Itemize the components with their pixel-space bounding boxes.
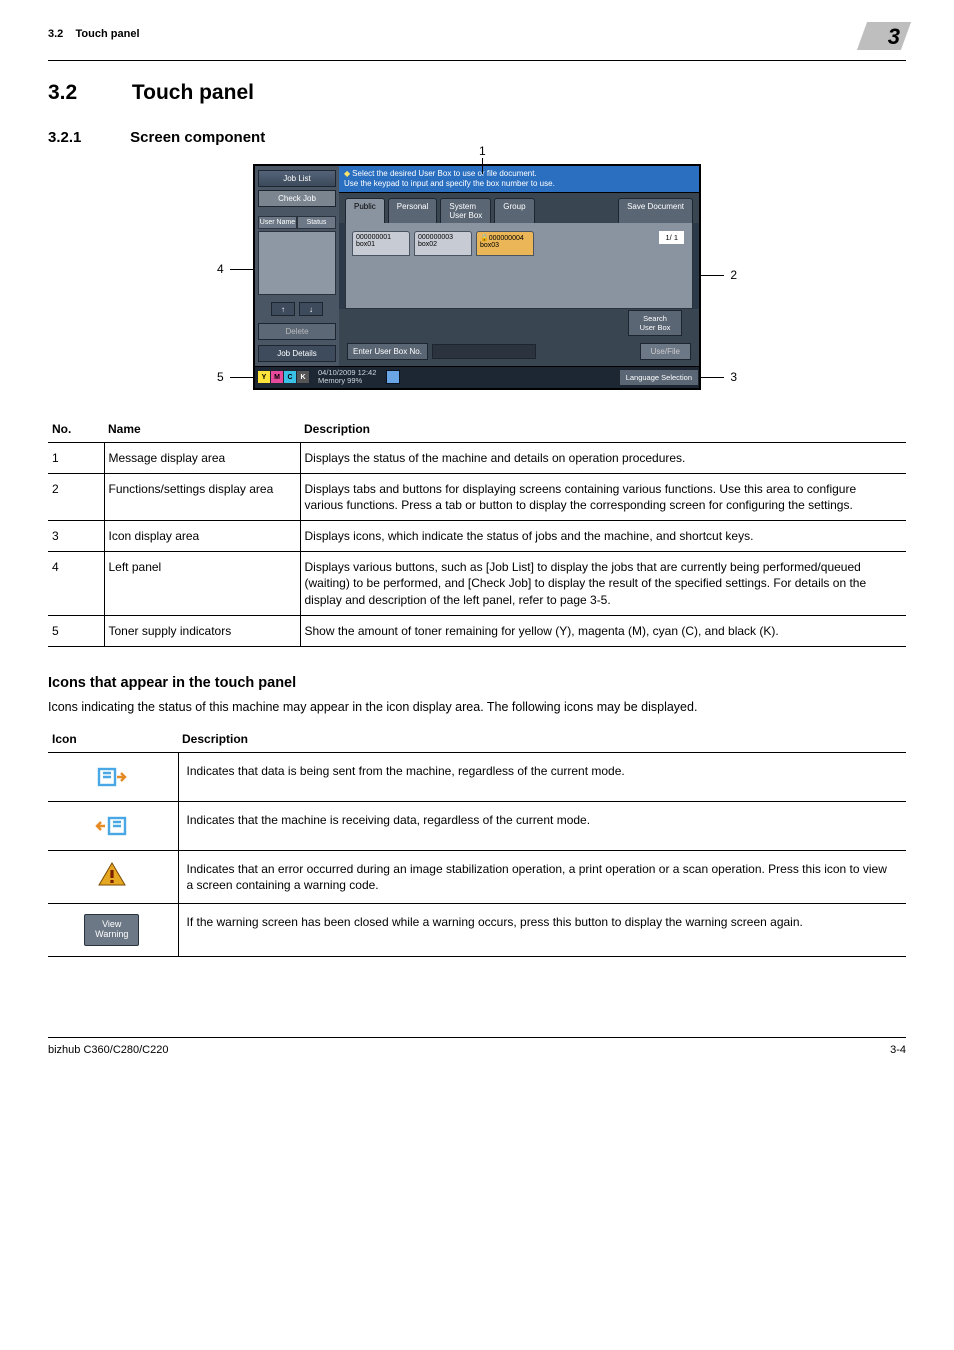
table-row: 3Icon display areaDisplays icons, which …: [48, 521, 906, 552]
job-details-button[interactable]: Job Details: [258, 345, 336, 362]
touch-panel-screenshot: Job List Check Job User Name Status ↑ ↓ …: [253, 164, 701, 390]
view-warning-button[interactable]: View Warning: [48, 904, 178, 957]
toner-c: C: [284, 371, 296, 383]
user-box-2[interactable]: 000000003box02: [414, 231, 472, 256]
th-desc: Description: [300, 416, 906, 443]
check-job-button[interactable]: Check Job: [258, 190, 336, 207]
footer-page: 3-4: [890, 1044, 906, 1056]
chapter-tab: 3: [862, 28, 906, 56]
table-row: 5Toner supply indicatorsShow the amount …: [48, 615, 906, 646]
table-row: 1Message display areaDisplays the status…: [48, 442, 906, 473]
table-row: 4Left panelDisplays various buttons, suc…: [48, 552, 906, 616]
arrow-down-button[interactable]: ↓: [299, 302, 323, 316]
error-warning-icon[interactable]: [48, 850, 178, 903]
arrow-up-button[interactable]: ↑: [271, 302, 295, 316]
th-icon: Icon: [48, 726, 178, 753]
table-row: View Warning If the warning screen has b…: [48, 904, 906, 957]
running-head: 3.2 Touch panel: [48, 28, 140, 40]
data-receive-icon: [48, 801, 178, 850]
job-list-button[interactable]: Job List: [258, 170, 336, 187]
figure: 1 2 3 4 5 Job List Check Job User Name S…: [48, 164, 906, 390]
tab-public[interactable]: Public: [345, 198, 385, 223]
table-row: Indicates that an error occurred during …: [48, 850, 906, 903]
lock-icon: 🔒: [480, 235, 489, 242]
category-tabs: Public Personal System User Box Group Sa…: [339, 193, 699, 223]
section-title: 3.2 Touch panel: [48, 81, 906, 105]
page-indicator: 1/ 1: [659, 231, 684, 244]
user-box-3[interactable]: 🔒000000004box03: [476, 231, 534, 256]
status-icon[interactable]: [386, 370, 400, 384]
tab-personal[interactable]: Personal: [388, 198, 438, 223]
data-send-icon: [48, 752, 178, 801]
th-desc2: Description: [178, 726, 906, 753]
left-panel: Job List Check Job User Name Status ↑ ↓ …: [255, 166, 339, 366]
toner-m: M: [271, 371, 283, 383]
use-file-button[interactable]: Use/File: [640, 343, 691, 360]
th-no: No.: [48, 416, 104, 443]
page-header: 3.2 Touch panel 3: [48, 28, 906, 61]
head-section-name: Touch panel: [76, 28, 140, 40]
user-box-1[interactable]: 000000001box01: [352, 231, 410, 256]
subsection-text: Screen component: [130, 129, 265, 146]
job-table-head: User Name Status: [258, 216, 336, 229]
page-footer: bizhub C360/C280/C220 3-4: [48, 1037, 906, 1056]
status-bar: Y M C K 04/10/2009 12:42 Memory 99% Lang…: [255, 366, 699, 388]
subsection-number: 3.2.1: [48, 129, 126, 146]
language-selection-button[interactable]: Language Selection: [619, 369, 699, 386]
col-status: Status: [297, 216, 336, 229]
icons-table: Icon Description Indicates that data is …: [48, 726, 906, 957]
toner-y: Y: [258, 371, 270, 383]
delete-button[interactable]: Delete: [258, 323, 336, 340]
callout-1: 1: [479, 144, 486, 174]
msg-line-2: Use the keypad to input and specify the …: [344, 179, 555, 188]
chapter-number: 3: [888, 24, 900, 50]
section-text: Touch panel: [132, 81, 254, 104]
icons-intro: Icons indicating the status of this mach…: [48, 699, 906, 716]
subsection-title: 3.2.1 Screen component: [48, 129, 906, 146]
enter-box-label: Enter User Box No.: [347, 343, 428, 360]
section-number: 3.2: [48, 81, 126, 105]
bullet-icon: ◆: [344, 169, 350, 178]
main-panel: ◆Select the desired User Box to use or f…: [339, 166, 699, 366]
box-number-input[interactable]: [432, 344, 536, 359]
callout-3: 3: [700, 370, 737, 384]
save-document-button[interactable]: Save Document: [618, 198, 693, 223]
callout-2: 2: [700, 268, 737, 282]
msg-line-1: Select the desired User Box to use or fi…: [352, 169, 537, 178]
icons-heading: Icons that appear in the touch panel: [48, 675, 906, 691]
callout-4: 4: [217, 262, 254, 276]
component-table: No. Name Description 1Message display ar…: [48, 416, 906, 648]
search-user-box-button[interactable]: Search User Box: [628, 310, 682, 336]
col-user: User Name: [258, 216, 297, 229]
toner-k: K: [297, 371, 309, 383]
callout-5: 5: [217, 370, 254, 384]
th-name: Name: [104, 416, 300, 443]
job-table-body: [258, 231, 336, 295]
head-section-no: 3.2: [48, 28, 63, 40]
tab-system[interactable]: System User Box: [440, 198, 491, 223]
tab-group[interactable]: Group: [494, 198, 534, 223]
table-row: Indicates that data is being sent from t…: [48, 752, 906, 801]
footer-model: bizhub C360/C280/C220: [48, 1044, 168, 1056]
toner-indicators: Y M C K: [255, 369, 312, 385]
table-row: 2Functions/settings display areaDisplays…: [48, 473, 906, 520]
box-area: 000000001box01 000000003box02 🔒000000004…: [345, 223, 693, 309]
table-row: Indicates that the machine is receiving …: [48, 801, 906, 850]
message-bar: ◆Select the desired User Box to use or f…: [339, 166, 699, 193]
status-datetime: 04/10/2009 12:42 Memory 99%: [312, 367, 382, 388]
